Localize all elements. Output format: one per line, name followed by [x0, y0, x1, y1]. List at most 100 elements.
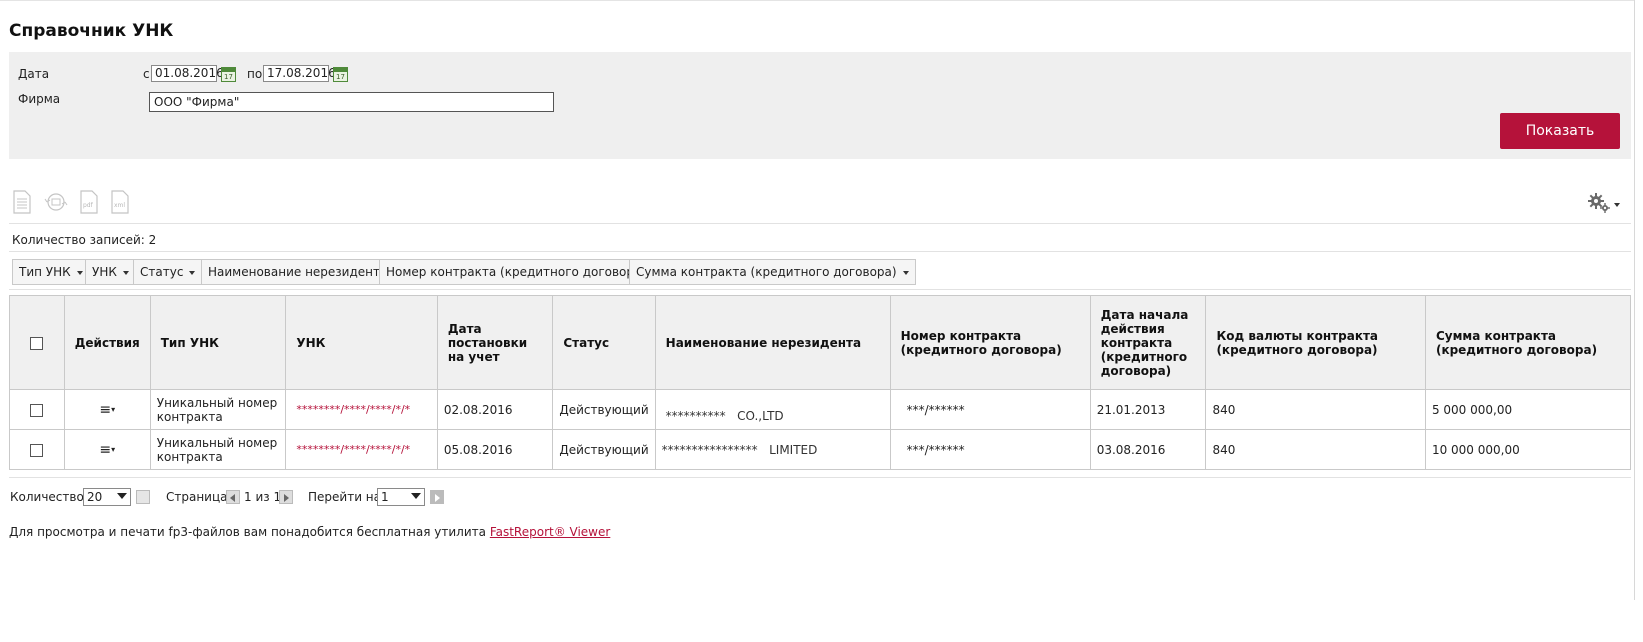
cell-start-date: 21.01.2013	[1089, 389, 1207, 430]
row-checkbox[interactable]	[30, 403, 44, 417]
cell-reg-date: 05.08.2016	[436, 429, 554, 470]
row-select-cell	[9, 389, 65, 430]
page-info: 1 из 1	[244, 490, 282, 504]
date-from-label: с	[143, 67, 150, 81]
column-filter-label: Номер контракта (кредитного договора)	[386, 265, 647, 279]
masked-unk: ********/****/****/*/*	[296, 403, 411, 416]
chevron-down-icon	[411, 493, 421, 499]
date-label: Дата	[18, 67, 50, 81]
cell-unk-type: Уникальный номер контракта	[149, 389, 287, 430]
menu-icon[interactable]: ≡▾	[99, 443, 115, 457]
chevron-down-icon	[117, 493, 127, 499]
firm-field[interactable]: ООО "Фирма"	[149, 92, 554, 112]
cell-reg-date: 02.08.2016	[436, 389, 554, 430]
count-label: Количество:	[10, 490, 88, 504]
header-currency[interactable]: Код валюты контракта (кредитного договор…	[1205, 295, 1426, 390]
column-filter-label: Тип УНК	[19, 265, 71, 279]
select-all-checkbox[interactable]	[30, 336, 44, 350]
cell-unk: ********/****/****/*/*	[285, 429, 438, 470]
cell-start-date: 03.08.2016	[1089, 429, 1207, 470]
column-filter-label: Сумма контракта (кредитного договора)	[636, 265, 897, 279]
footer-note: Для просмотра и печати fp3-файлов вам по…	[9, 525, 610, 539]
header-contract-no[interactable]: Номер контракта (кредитного договора)	[889, 295, 1091, 390]
date-to-input[interactable]: 17.08.2016	[263, 65, 336, 82]
row-select-cell	[9, 429, 65, 470]
show-button[interactable]: Показать	[1500, 113, 1620, 149]
chevron-down-icon	[902, 270, 909, 275]
header-reg-date[interactable]: Дата постановки на учет	[436, 295, 554, 390]
menu-icon[interactable]: ≡▾	[99, 403, 115, 417]
cell-nonresident: ********** CO.,LTD	[654, 389, 891, 430]
apply-count-icon[interactable]	[136, 490, 150, 504]
column-filter-label: Статус	[140, 265, 184, 279]
prev-page-icon[interactable]	[226, 490, 240, 504]
chevron-down-icon	[189, 270, 196, 275]
nonresident-name: ********** CO.,LTD	[665, 408, 784, 423]
row-actions-cell: ≡▾	[63, 429, 151, 470]
table-header-row: Действия Тип УНК УНК Дата постановки на …	[9, 295, 1632, 390]
refresh-icon[interactable]	[44, 190, 68, 214]
cell-amount: 10 000 000,00	[1424, 429, 1632, 470]
cell-currency: 840	[1205, 429, 1426, 470]
column-filter-status[interactable]: Статус	[133, 259, 203, 285]
pager: Количество: 20 Страница: 1 из 1 Перейти …	[9, 487, 1009, 511]
row-checkbox[interactable]	[30, 443, 44, 457]
footer-note-text: Для просмотра и печати fp3-файлов вам по…	[9, 525, 486, 539]
cell-contract-no: ***/******	[889, 389, 1091, 430]
goto-page-select[interactable]: 1	[377, 488, 425, 506]
pdf-text: pdf	[83, 202, 94, 209]
select-all-cell	[9, 295, 65, 390]
chevron-down-icon	[76, 270, 83, 275]
column-filter-unk-type[interactable]: Тип УНК	[12, 259, 90, 285]
cell-nonresident: **************** LIMITED	[654, 429, 891, 470]
chevron-down-icon	[122, 270, 129, 275]
table-row: ≡▾ Уникальный номер контракта ********/*…	[9, 389, 1632, 430]
cell-currency: 840	[1205, 389, 1426, 430]
column-filter-contract-no[interactable]: Номер контракта (кредитного договора)	[379, 259, 666, 285]
page-size-value: 20	[87, 490, 103, 504]
masked-unk: ********/****/****/*/*	[296, 443, 411, 456]
header-unk[interactable]: УНК	[285, 295, 438, 390]
header-status[interactable]: Статус	[552, 295, 656, 390]
header-start-date[interactable]: Дата начала действия контракта (кредитно…	[1089, 295, 1207, 390]
header-actions: Действия	[63, 295, 151, 390]
pdf-icon[interactable]: pdf	[79, 190, 99, 214]
nonresident-name: **************** LIMITED	[661, 442, 818, 457]
row-actions-cell: ≡▾	[63, 389, 151, 430]
filter-panel: Дата с 01.08.2016 17 по 17.08.2016 17 Фи…	[9, 52, 1631, 159]
page-label: Страница:	[166, 490, 232, 504]
column-filter-label: Наименование нерезидента	[208, 265, 388, 279]
firm-label: Фирма	[18, 92, 61, 106]
column-filter-amount[interactable]: Сумма контракта (кредитного договора)	[629, 259, 916, 285]
goto-label: Перейти на:	[308, 490, 386, 504]
cell-contract-no: ***/******	[889, 429, 1091, 470]
page-size-select[interactable]: 20	[83, 488, 131, 506]
cell-amount: 5 000 000,00	[1424, 389, 1632, 430]
goto-page-value: 1	[381, 490, 389, 504]
header-nonresident[interactable]: Наименование нерезидента	[654, 295, 891, 390]
gear-icon[interactable]	[1587, 192, 1623, 216]
cell-status: Действующий	[552, 389, 656, 430]
cell-status: Действующий	[552, 429, 656, 470]
calendar-icon[interactable]: 17	[333, 67, 348, 82]
records-count: Количество записей: 2	[12, 233, 157, 247]
xml-text: xml	[114, 202, 125, 209]
page-title: Справочник УНК	[9, 21, 174, 41]
table-row: ≡▾ Уникальный номер контракта ********/*…	[9, 429, 1632, 470]
column-filter-unk[interactable]: УНК	[85, 259, 136, 285]
next-page-icon[interactable]	[279, 490, 293, 504]
date-from-input[interactable]: 01.08.2016	[151, 65, 224, 82]
fastreport-viewer-link[interactable]: FastReport® Viewer	[490, 525, 611, 539]
cell-unk-type: Уникальный номер контракта	[149, 429, 287, 470]
date-to-label: по	[247, 67, 263, 81]
cell-unk: ********/****/****/*/*	[285, 389, 438, 430]
column-filter-nonresident[interactable]: Наименование нерезидента	[201, 259, 407, 285]
list-icon[interactable]	[12, 190, 32, 214]
calendar-icon[interactable]: 17	[221, 67, 236, 82]
unk-table: Действия Тип УНК УНК Дата постановки на …	[9, 295, 1632, 470]
go-page-icon[interactable]	[430, 490, 444, 504]
header-unk-type[interactable]: Тип УНК	[149, 295, 287, 390]
xml-icon[interactable]: xml	[110, 190, 130, 214]
column-filter-label: УНК	[92, 265, 117, 279]
header-amount[interactable]: Сумма контракта (кредитного договора)	[1424, 295, 1632, 390]
